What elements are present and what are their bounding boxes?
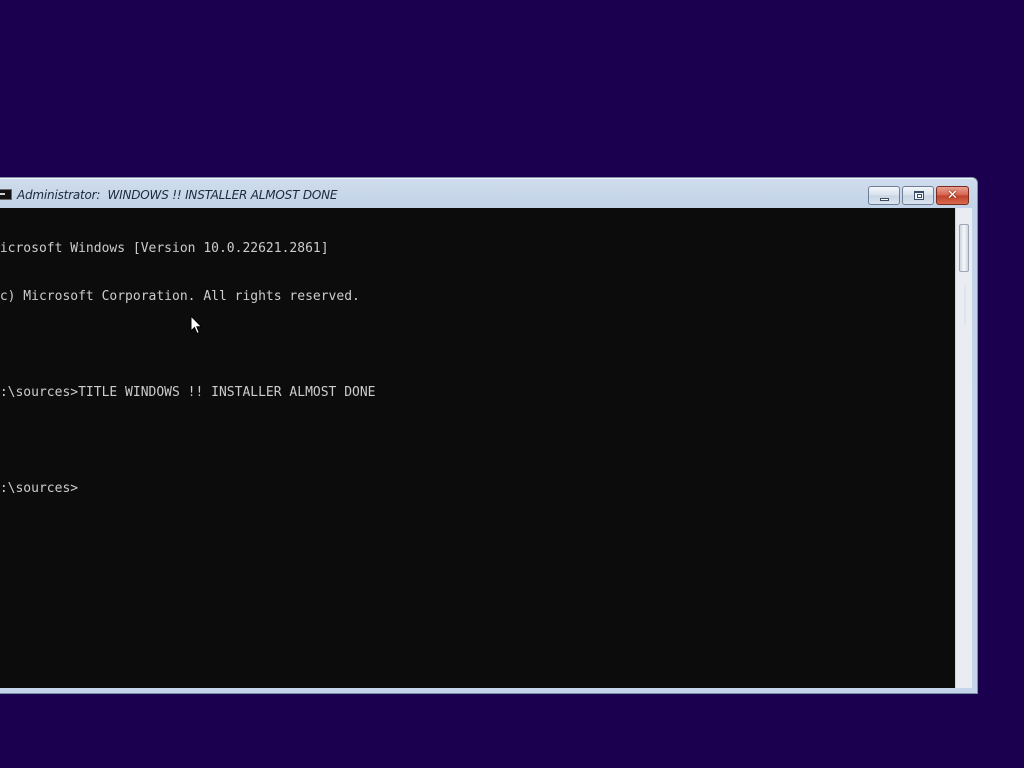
minimize-button[interactable] xyxy=(868,186,900,205)
scrollbar-track[interactable] xyxy=(964,285,966,325)
window-title: Administrator: WINDOWS !! INSTALLER ALMO… xyxy=(17,188,338,202)
console-line: Microsoft Windows [Version 10.0.22621.28… xyxy=(0,241,329,256)
window-titlebar[interactable]: Administrator: WINDOWS !! INSTALLER ALMO… xyxy=(0,178,977,208)
console-line: (c) Microsoft Corporation. All rights re… xyxy=(0,289,360,304)
caption-buttons: ✕ xyxy=(866,186,969,205)
close-icon: ✕ xyxy=(947,188,958,203)
restore-icon xyxy=(914,191,924,200)
console-text: Microsoft Windows [Version 10.0.22621.28… xyxy=(0,209,376,529)
console-line: X:\sources>TITLE WINDOWS !! INSTALLER AL… xyxy=(0,385,376,400)
mouse-pointer-icon xyxy=(190,315,203,335)
maximize-button[interactable] xyxy=(902,186,934,205)
scrollbar-thumb[interactable] xyxy=(959,224,969,272)
command-prompt-window[interactable]: Administrator: WINDOWS !! INSTALLER ALMO… xyxy=(0,177,978,694)
console-prompt-line[interactable]: X:\sources> xyxy=(0,481,376,497)
desktop-background: Administrator: WINDOWS !! INSTALLER ALMO… xyxy=(0,0,1024,768)
close-button[interactable]: ✕ xyxy=(936,186,969,205)
console-output-area[interactable]: Microsoft Windows [Version 10.0.22621.28… xyxy=(0,208,955,688)
vertical-scrollbar[interactable] xyxy=(955,208,972,688)
minimize-icon xyxy=(880,198,889,201)
console-icon[interactable] xyxy=(0,189,12,200)
